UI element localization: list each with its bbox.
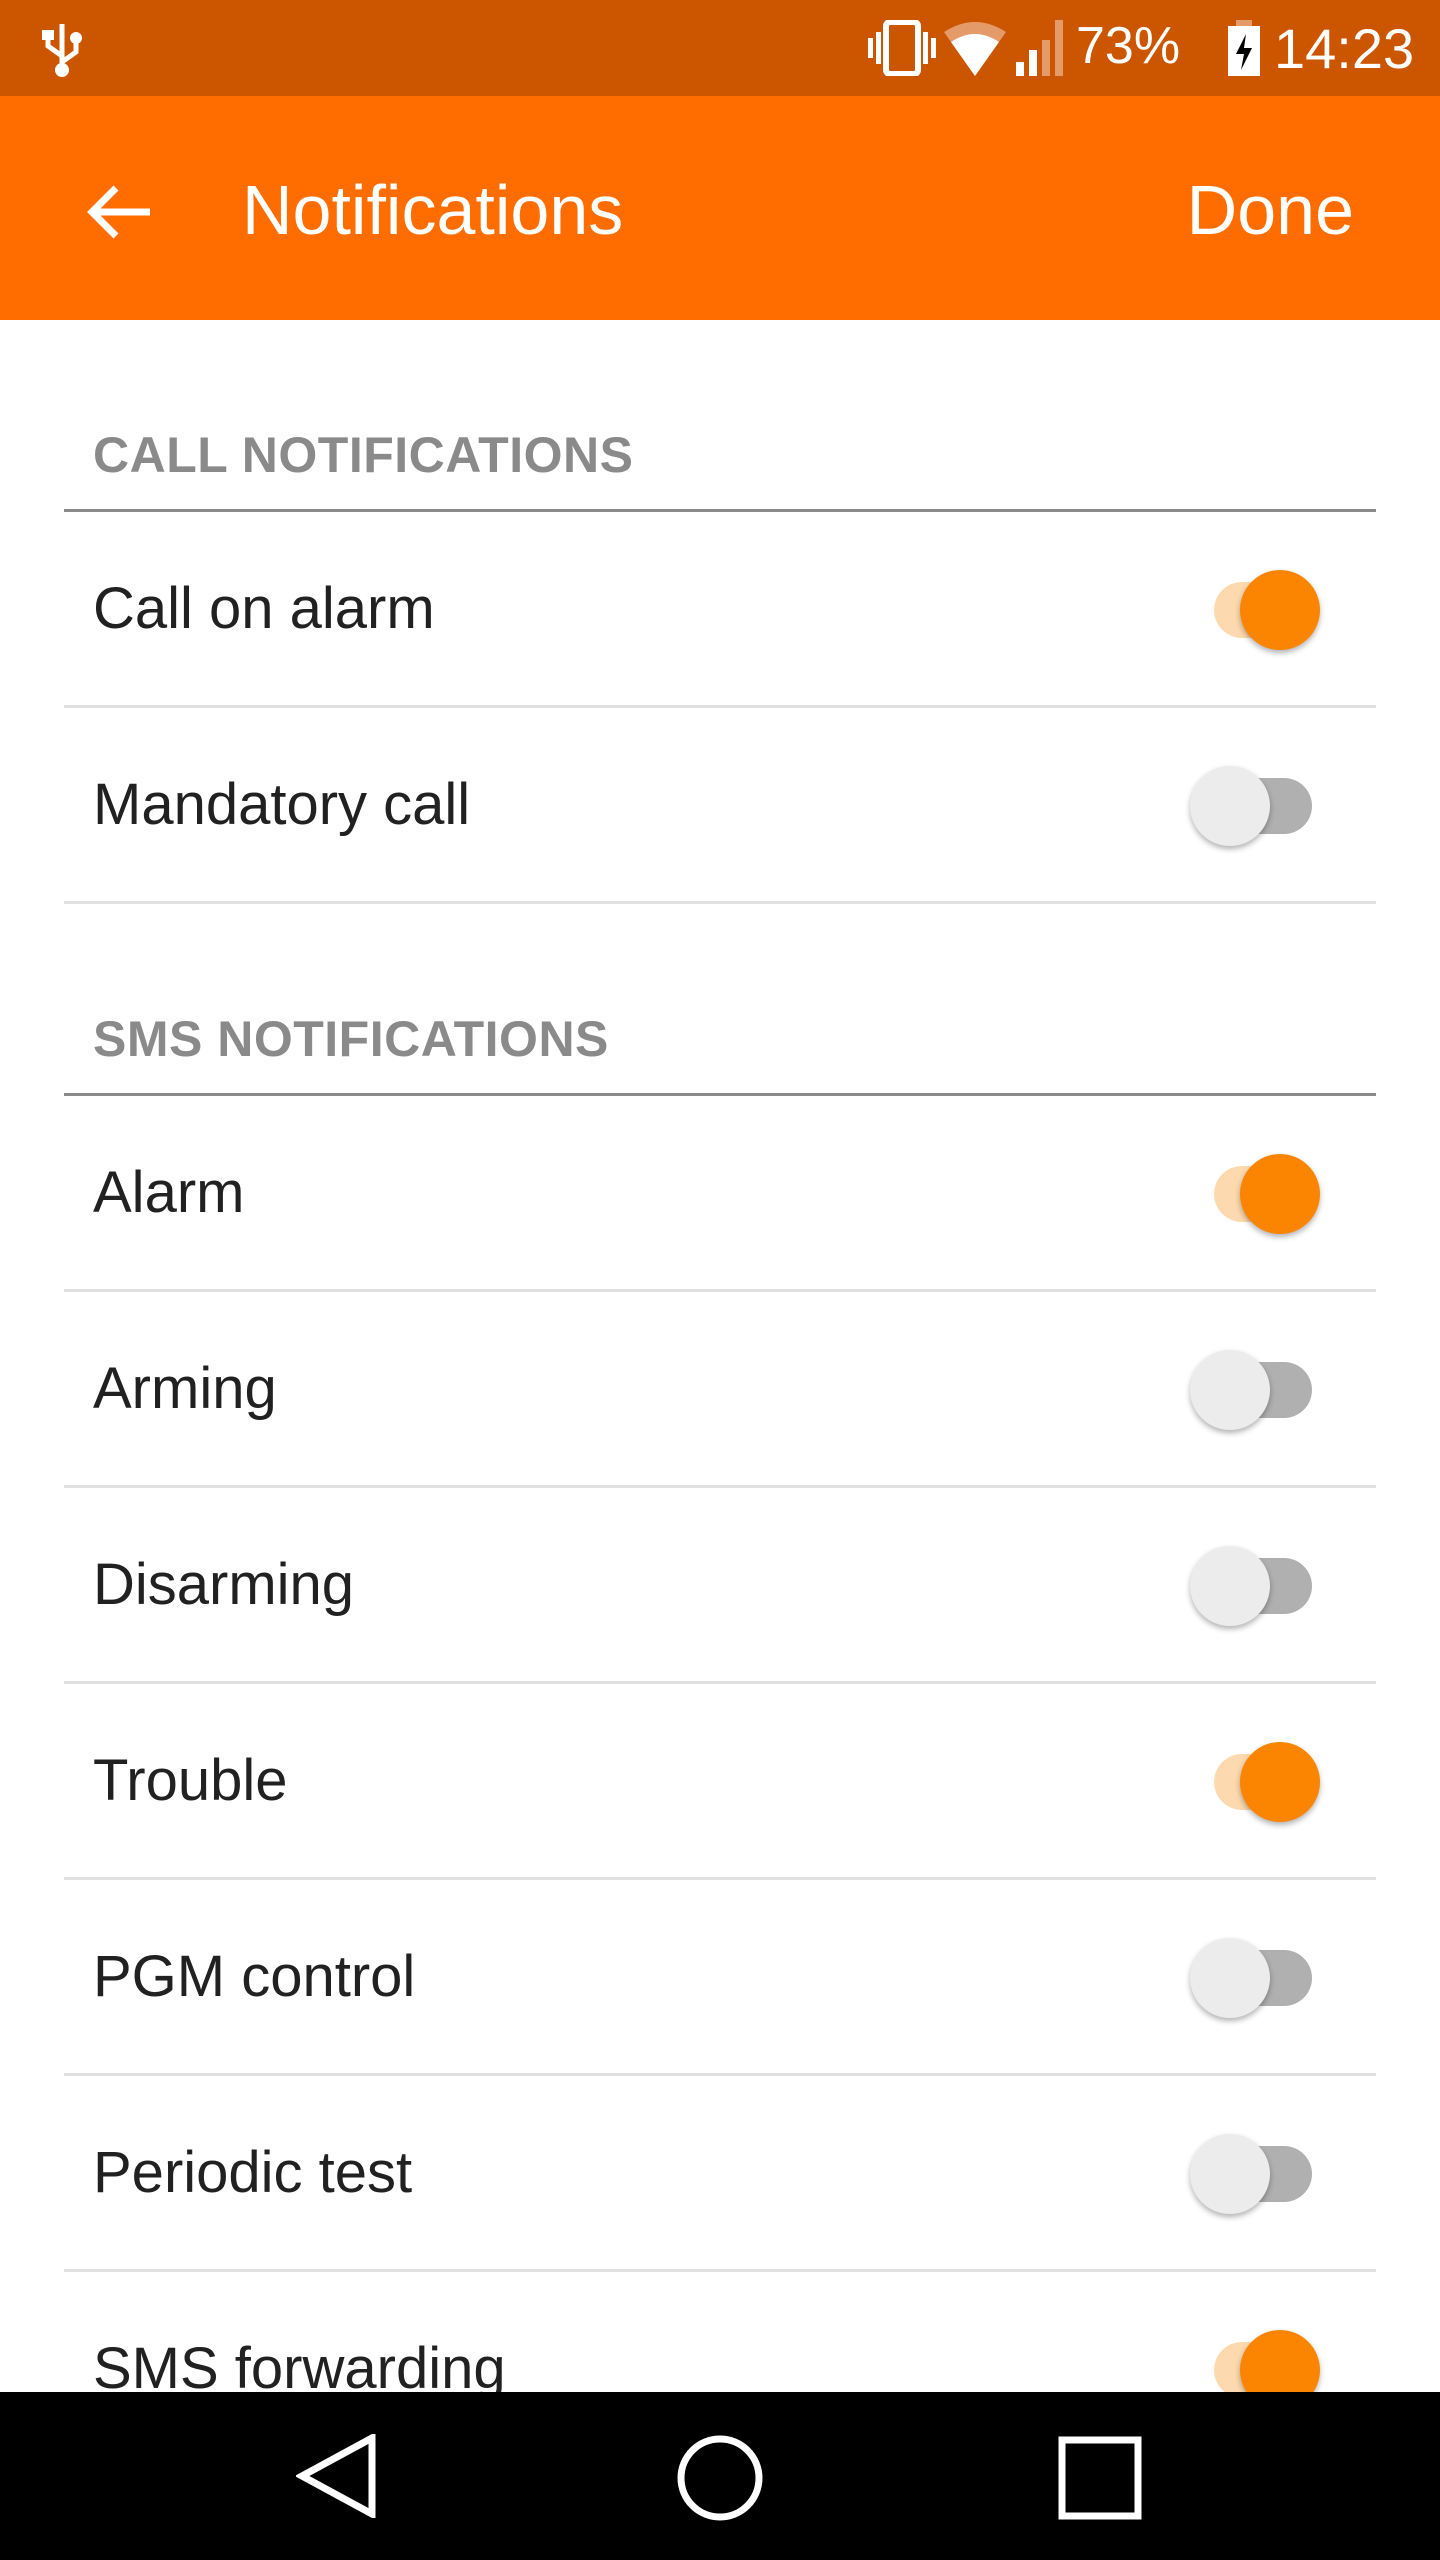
toggle-knob xyxy=(1240,570,1320,650)
list-item[interactable]: PGM control xyxy=(64,1880,1376,2076)
clock: 14:23 xyxy=(1274,17,1415,80)
section-header: CALL NOTIFICATIONS xyxy=(64,420,1376,512)
toggle-switch[interactable] xyxy=(1190,1936,1320,2020)
section-0: CALL NOTIFICATIONS Call on alarm Mandator… xyxy=(0,320,1440,904)
toggle-switch[interactable] xyxy=(1190,1152,1320,1236)
settings-list: CALL NOTIFICATIONS Call on alarm Mandator… xyxy=(0,320,1440,2392)
item-label: Arming xyxy=(93,1356,277,1421)
section-1: SMS NOTIFICATIONS Alarm Arming Disarming … xyxy=(0,904,1440,2392)
toggle-switch[interactable] xyxy=(1190,1740,1320,1824)
toggle-knob xyxy=(1240,1742,1320,1822)
item-label: Mandatory call xyxy=(93,772,471,837)
toggle-knob xyxy=(1240,2330,1320,2392)
signal-icon xyxy=(1016,20,1063,76)
toggle-knob xyxy=(1190,1350,1270,1430)
battery-percent: 73% xyxy=(1076,17,1181,75)
recents-icon[interactable] xyxy=(1058,2436,1142,2520)
toggle-knob xyxy=(1190,1546,1270,1626)
list-item[interactable]: Disarming xyxy=(64,1488,1376,1684)
usb-icon xyxy=(42,24,82,77)
toggle-switch[interactable] xyxy=(1190,568,1320,652)
item-label: PGM control xyxy=(93,1944,416,2009)
list-item[interactable]: Call on alarm xyxy=(64,512,1376,708)
toggle-switch[interactable] xyxy=(1190,2328,1320,2392)
wifi-icon xyxy=(944,22,1006,76)
list-item[interactable]: Trouble xyxy=(64,1684,1376,1880)
toggle-switch[interactable] xyxy=(1190,2132,1320,2216)
item-label: SMS forwarding xyxy=(93,2336,506,2392)
toggle-switch[interactable] xyxy=(1190,1348,1320,1432)
battery-charging-icon xyxy=(1228,20,1260,76)
page-title: Notifications xyxy=(242,171,624,249)
item-label: Call on alarm xyxy=(93,576,435,641)
list-item[interactable]: Arming xyxy=(64,1292,1376,1488)
navigation-bar xyxy=(0,2392,1440,2560)
toggle-knob xyxy=(1190,1938,1270,2018)
toggle-knob xyxy=(1190,766,1270,846)
list-item[interactable]: Alarm xyxy=(64,1096,1376,1292)
item-label: Alarm xyxy=(93,1160,245,1225)
back-icon[interactable] xyxy=(296,2434,380,2518)
app-bar: Notifications Done xyxy=(0,96,1440,320)
toggle-knob xyxy=(1240,1154,1320,1234)
toggle-knob xyxy=(1190,2134,1270,2214)
home-icon[interactable] xyxy=(676,2434,764,2522)
status-bar: 73% 14:23 xyxy=(0,0,1440,96)
vibrate-icon xyxy=(868,20,936,76)
item-label: Trouble xyxy=(93,1748,288,1813)
list-item[interactable]: Periodic test xyxy=(64,2076,1376,2272)
arrow-left-icon[interactable] xyxy=(84,182,154,242)
item-label: Disarming xyxy=(93,1552,355,1617)
list-item[interactable]: Mandatory call xyxy=(64,708,1376,904)
done-button[interactable]: Done xyxy=(1187,170,1354,250)
toggle-switch[interactable] xyxy=(1190,764,1320,848)
toggle-switch[interactable] xyxy=(1190,1544,1320,1628)
list-item[interactable]: SMS forwarding xyxy=(64,2272,1376,2392)
item-label: Periodic test xyxy=(93,2140,413,2205)
section-header: SMS NOTIFICATIONS xyxy=(64,1004,1376,1096)
